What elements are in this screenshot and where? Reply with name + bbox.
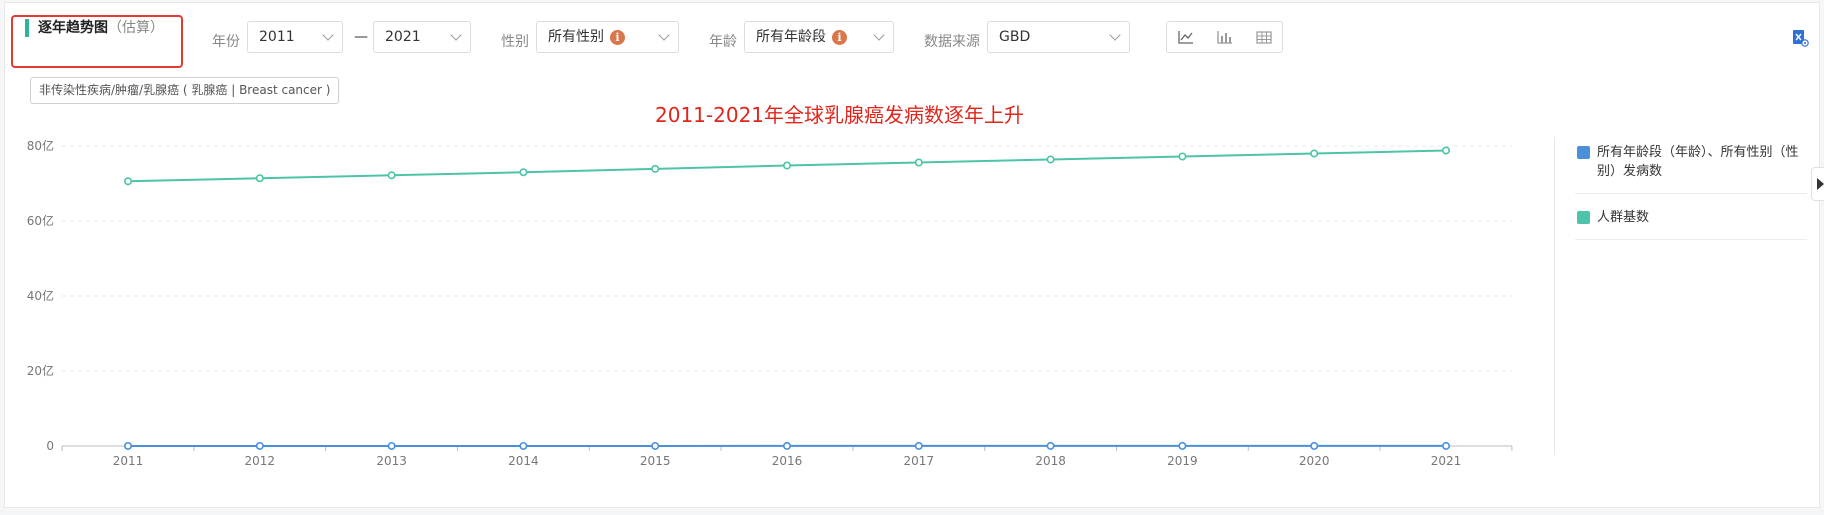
- x-tick-label: 2019: [1167, 454, 1198, 468]
- data-point-population: [519, 168, 528, 177]
- data-point-incidence: [519, 441, 528, 450]
- data-point-population: [1310, 149, 1319, 158]
- data-point-incidence: [387, 441, 396, 450]
- trend-line-chart: 0 20亿 40亿 60亿 80亿 2011 2012 2013 2014 2015 2016 201…: [27, 138, 1513, 468]
- data-point-incidence: [1442, 441, 1451, 450]
- x-tick-label: 2018: [1035, 454, 1066, 468]
- data-point-population: [782, 161, 791, 170]
- data-point-incidence: [255, 441, 264, 450]
- y-tick-label: 0: [46, 439, 54, 453]
- data-point-incidence: [914, 441, 923, 450]
- data-point-population: [255, 174, 264, 183]
- data-point-incidence: [782, 441, 791, 450]
- data-point-incidence: [1310, 441, 1319, 450]
- data-point-population: [1046, 155, 1055, 164]
- x-tick-label: 2011: [113, 454, 144, 468]
- y-tick-label: 20亿: [27, 363, 54, 378]
- x-tick-label: 2020: [1299, 454, 1330, 468]
- y-tick-label: 40亿: [27, 288, 54, 303]
- data-point-population: [651, 164, 660, 173]
- data-point-population: [387, 171, 396, 180]
- data-point-population: [914, 158, 923, 167]
- x-tick-label: 2013: [376, 454, 407, 468]
- x-tick-label: 2017: [904, 454, 935, 468]
- data-point-incidence: [1046, 441, 1055, 450]
- x-tick-label: 2014: [508, 454, 539, 468]
- data-point-incidence: [124, 441, 133, 450]
- data-point-incidence: [1178, 441, 1187, 450]
- x-tick-label: 2021: [1431, 454, 1462, 468]
- y-tick-label: 60亿: [27, 213, 54, 228]
- x-tick-label: 2012: [245, 454, 276, 468]
- data-point-population: [1178, 152, 1187, 161]
- data-point-incidence: [651, 441, 660, 450]
- y-tick-label: 80亿: [27, 138, 54, 153]
- data-point-population: [124, 177, 133, 186]
- x-tick-label: 2016: [772, 454, 803, 468]
- x-tick-label: 2015: [640, 454, 671, 468]
- data-point-population: [1442, 146, 1451, 155]
